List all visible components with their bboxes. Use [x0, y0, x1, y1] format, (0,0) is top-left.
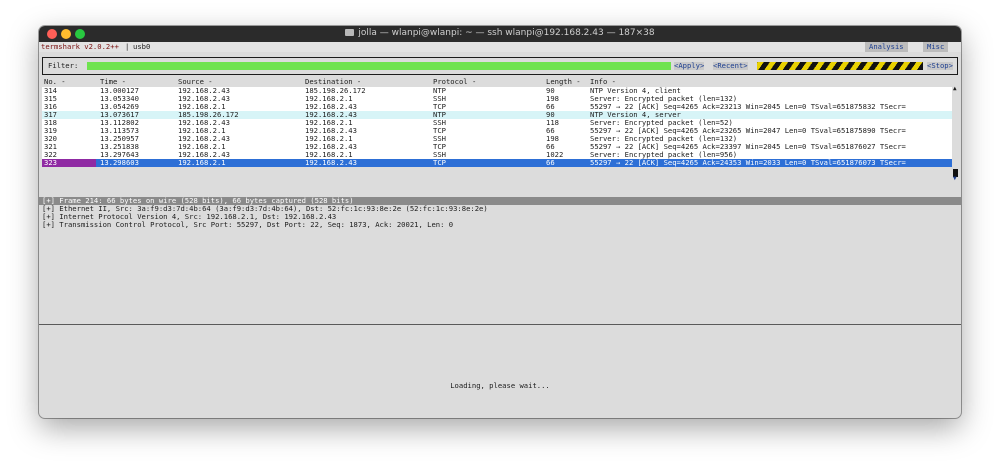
pane-divider[interactable]: [39, 324, 961, 325]
folder-icon: [345, 29, 355, 36]
column-header-source[interactable]: Source -: [178, 78, 213, 86]
packet-info: Server: Encrypted packet (len=132): [590, 135, 738, 143]
window-title-container: jolla — wlanpi@wlanpi: ~ — ssh wlanpi@19…: [39, 28, 961, 38]
column-header-info[interactable]: Info -: [590, 78, 952, 86]
window-title: jolla — wlanpi@wlanpi: ~ — ssh wlanpi@19…: [358, 28, 655, 38]
packet-time: 13.298603: [100, 158, 139, 167]
packet-list-scrollbar[interactable]: ▲ ▼: [953, 86, 958, 183]
packet-details-pane: [+] Frame 214: 66 bytes on wire (528 bit…: [39, 197, 961, 324]
column-header-time[interactable]: Time -: [100, 78, 126, 86]
column-header-protocol[interactable]: Protocol -: [433, 78, 476, 86]
packet-row-selected[interactable]: 323 13.298603 192.168.2.1 192.168.2.43 T…: [42, 159, 952, 167]
terminal-window: jolla — wlanpi@wlanpi: ~ — ssh wlanpi@19…: [39, 26, 961, 418]
header-separator: |: [125, 42, 130, 51]
column-header-length[interactable]: Length -: [546, 78, 581, 86]
packet-info: 55297 → 22 [ACK] Seq=4265 Ack=24353 Win=…: [590, 159, 906, 167]
packet-no: 323: [44, 158, 57, 167]
column-header-no[interactable]: No. -: [44, 78, 66, 86]
app-name: termshark v2.0.2++: [41, 42, 119, 51]
window-titlebar[interactable]: jolla — wlanpi@wlanpi: ~ — ssh wlanpi@19…: [39, 26, 961, 43]
bytes-pane-status: Loading, please wait...: [450, 381, 550, 390]
apply-button[interactable]: <Apply>: [674, 62, 705, 70]
stop-button[interactable]: <Stop>: [927, 62, 953, 70]
packet-info: Server: Encrypted packet (len=956): [590, 151, 738, 159]
packet-destination: 192.168.2.43: [305, 158, 357, 167]
recent-button[interactable]: <Recent>: [713, 62, 748, 70]
packet-protocol: TCP: [433, 158, 446, 167]
packet-info: NTP Version 4, server: [590, 111, 681, 119]
filter-label: Filter:: [48, 61, 79, 70]
scroll-down-arrow-icon[interactable]: ▼: [953, 176, 957, 182]
packet-info: 55297 → 22 [ACK] Seq=4265 Ack=23265 Win=…: [590, 127, 906, 135]
termshark-ui: termshark v2.0.2++ | usb0 Analysis Misc …: [39, 42, 961, 418]
packet-info: 55297 → 22 [ACK] Seq=4265 Ack=23213 Win=…: [590, 103, 906, 111]
app-header-bar: termshark v2.0.2++ | usb0 Analysis Misc: [39, 42, 961, 52]
filter-input[interactable]: [87, 62, 671, 70]
column-header-destination[interactable]: Destination -: [305, 78, 361, 86]
capture-interface: usb0: [133, 42, 151, 51]
packet-source: 192.168.2.1: [178, 158, 226, 167]
packet-info: NTP Version 4, client: [590, 87, 681, 95]
packet-info: Server: Encrypted packet (len=132): [590, 95, 738, 103]
filter-bar: Filter: <Apply> <Recent> <Stop>: [42, 57, 958, 75]
menu-analysis[interactable]: Analysis: [865, 42, 908, 52]
detail-row-tcp[interactable]: [+] Transmission Control Protocol, Src P…: [39, 221, 961, 229]
loading-hazard-indicator: [757, 62, 923, 70]
menu-misc[interactable]: Misc: [923, 42, 949, 52]
packet-info: Server: Encrypted packet (len=52): [590, 119, 733, 127]
packet-length: 66: [546, 158, 555, 167]
packet-list: No. - Time - Source - Destination - Prot…: [42, 78, 958, 194]
scroll-up-arrow-icon[interactable]: ▲: [953, 86, 957, 92]
packet-info: 55297 → 22 [ACK] Seq=4265 Ack=23397 Win=…: [590, 143, 906, 151]
